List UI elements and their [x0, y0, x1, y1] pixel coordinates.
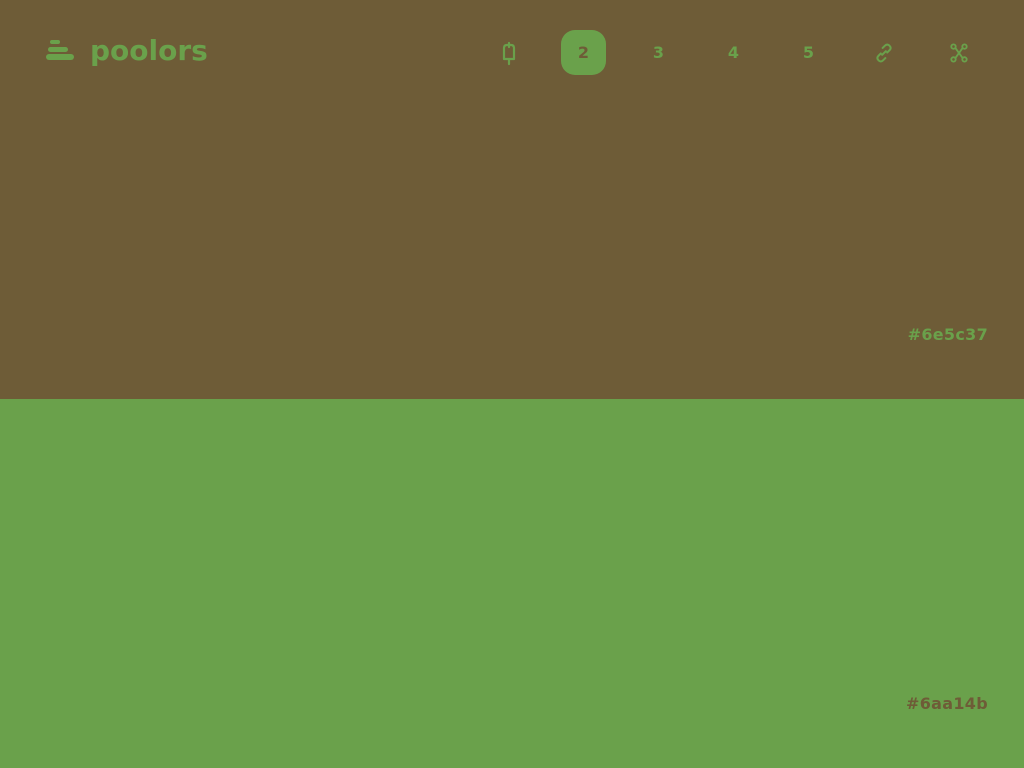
- stack-icon: [46, 40, 74, 60]
- palette-size-label: 4: [727, 43, 740, 62]
- figma-icon: [949, 42, 968, 63]
- popsicle-icon: [502, 41, 515, 65]
- color-swatch-2[interactable]: #6aa14b: [0, 399, 1024, 768]
- palette-size-label: 2: [577, 43, 590, 62]
- palette-size-label: 3: [652, 43, 665, 62]
- palette-size-label: 5: [802, 43, 815, 62]
- hex-code-label[interactable]: #6aa14b: [906, 694, 988, 713]
- palette-size-3-button[interactable]: 3: [636, 30, 681, 75]
- hex-code-label[interactable]: #6e5c37: [908, 325, 988, 344]
- logo[interactable]: poolors: [44, 30, 208, 70]
- palette-size-5-button[interactable]: 5: [786, 30, 831, 75]
- palette-size-4-button[interactable]: 4: [711, 30, 756, 75]
- nav-bar: 2 3 4 5: [486, 30, 981, 75]
- popsicle-button[interactable]: [486, 30, 531, 75]
- palette-size-2-button[interactable]: 2: [561, 30, 606, 75]
- figma-export-button[interactable]: [936, 30, 981, 75]
- link-icon: [875, 43, 892, 62]
- palette-app: #6e5c37 #6aa14b poolors 2 3 4 5: [0, 0, 1024, 768]
- header: poolors 2 3 4 5: [0, 0, 1024, 104]
- share-link-button[interactable]: [861, 30, 906, 75]
- brand-name: poolors: [90, 33, 208, 67]
